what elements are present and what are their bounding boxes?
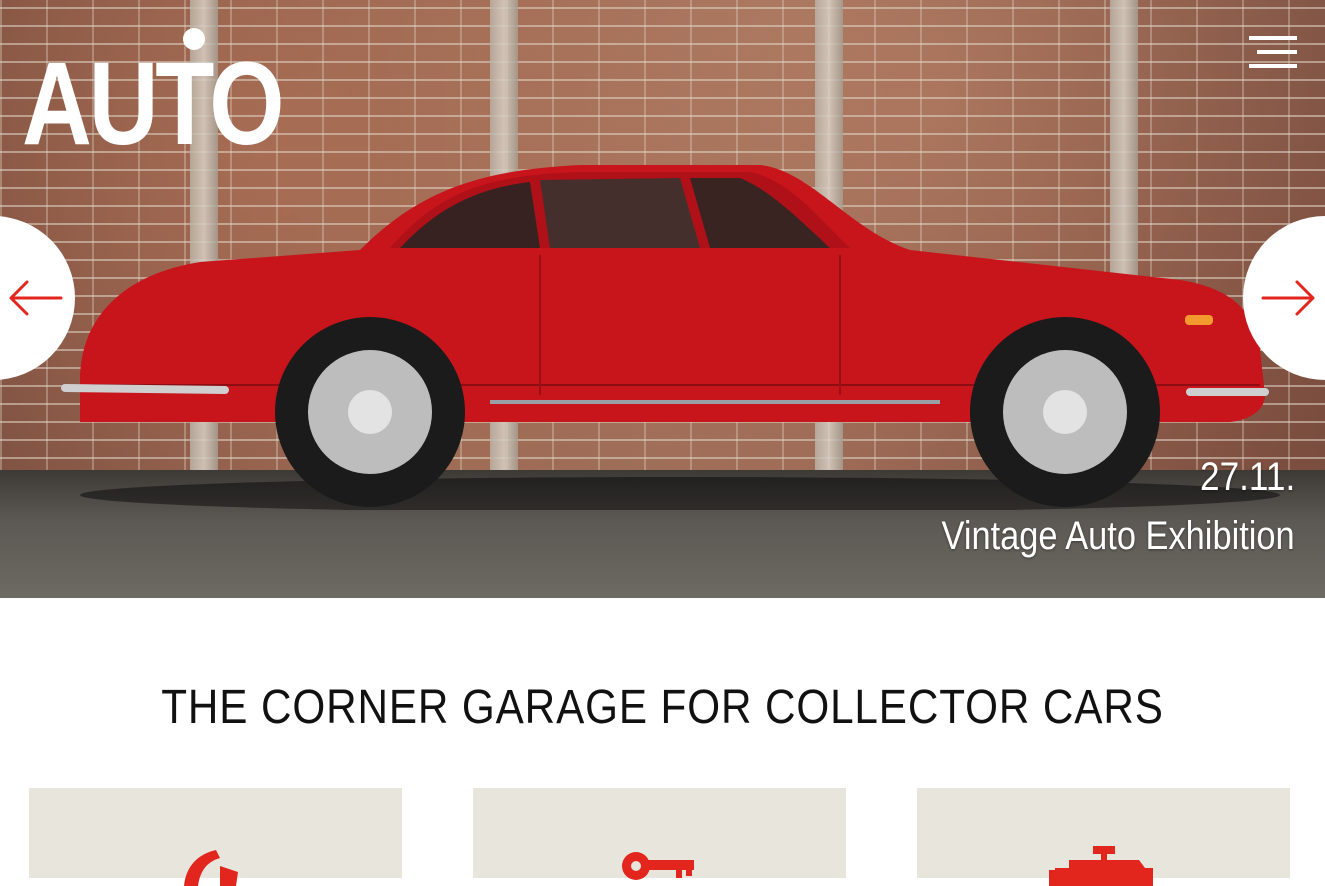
slide-date: 27.11.	[1199, 455, 1295, 499]
arrow-left-icon	[9, 280, 63, 316]
site-logo[interactable]: AUTO	[22, 45, 285, 163]
hero-slider: AUTO 27.11. Vintage Auto Exhibition	[0, 0, 1325, 598]
service-card-horn[interactable]	[29, 788, 402, 886]
service-card-engine[interactable]	[917, 788, 1290, 886]
horn-icon	[183, 850, 238, 886]
slide-title[interactable]: Vintage Auto Exhibition	[942, 514, 1295, 559]
engine-icon	[1048, 846, 1153, 886]
service-card-key[interactable]	[473, 788, 846, 880]
hamburger-line	[1249, 64, 1297, 68]
hero-car-image	[61, 165, 1280, 510]
menu-button[interactable]	[1249, 36, 1297, 70]
hamburger-icon	[1249, 36, 1297, 40]
arrow-right-icon	[1261, 280, 1315, 316]
logo-dot	[183, 28, 205, 50]
section-heading: THE CORNER GARAGE FOR COLLECTOR CARS	[161, 681, 1164, 734]
key-icon	[621, 852, 694, 880]
hamburger-line	[1257, 50, 1297, 54]
